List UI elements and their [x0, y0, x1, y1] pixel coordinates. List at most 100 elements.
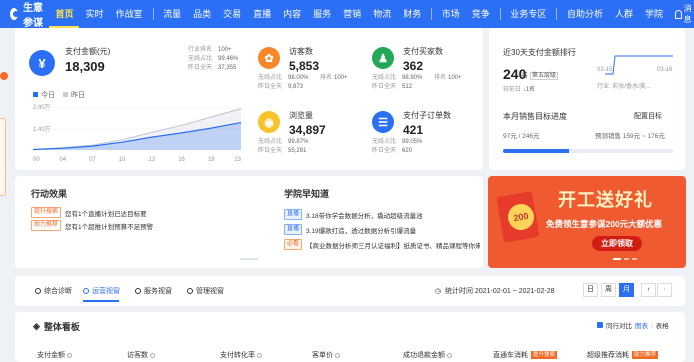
rank-industry: 行业: 彩妆/香水/美...: [597, 84, 651, 90]
school-row[interactable]: 必看 【商业数据分析师三月认证福利】纸质证书、精品课程等你来: [284, 239, 480, 250]
view-table-toggle[interactable]: 表格: [656, 320, 669, 330]
nav-item-home[interactable]: 首页: [49, 0, 80, 28]
banner-dot[interactable]: [624, 258, 629, 260]
column-label: 超级推荐消耗: [587, 352, 629, 359]
column-label: 成功退款金额: [403, 352, 445, 359]
school-row[interactable]: 直播 3.18带你学会数据分析，撬动超级流量池: [284, 209, 423, 220]
feedback-float-icon[interactable]: [0, 72, 8, 80]
rank-card: 近30天支付金额排行 240 名 第五层级 较前日 ↓1名 02-15 03-1…: [489, 28, 685, 170]
help-icon[interactable]: [335, 352, 340, 358]
period-week-button[interactable]: 周: [601, 283, 616, 297]
school-text: 3.19爆款打造，透过数据分析引爆流量: [306, 227, 417, 235]
school-row[interactable]: 直播 3.19爆款打造，透过数据分析引爆流量: [284, 224, 416, 235]
nav-item-live[interactable]: 直播: [247, 0, 277, 28]
nav-item-academy[interactable]: 学院: [639, 0, 669, 28]
active-tab-underline: [83, 300, 119, 302]
compare-label: 同行对比: [606, 323, 632, 330]
activity-text: 您有1个超推计划预算不足预警: [65, 223, 154, 231]
buyers-stats: 无线占比 98.90% 排名 100+ 昨日全天 512: [372, 74, 462, 92]
next-period-button[interactable]: ›: [657, 283, 672, 297]
wireless-value: 99.05%: [402, 139, 423, 145]
legend-yesterday[interactable]: 昨日: [63, 90, 85, 100]
nav-item-content[interactable]: 内容: [277, 0, 307, 28]
x-tick-label: 07: [89, 157, 96, 163]
nav-item-traffic[interactable]: 流量: [157, 0, 187, 28]
nav-divider: [556, 8, 557, 20]
nav-item-market[interactable]: 市场: [436, 0, 466, 28]
activity-row[interactable]: 助力推荐 您有1个超推计划预算不足预警: [31, 220, 153, 231]
metric-column[interactable]: 成功退款金额: [403, 350, 452, 360]
tab-operations[interactable]: 运营视窗: [83, 286, 120, 296]
target-title: 本月销售目标进度: [503, 112, 567, 121]
nav-item-warroom[interactable]: 作战室: [110, 0, 149, 28]
activity-row[interactable]: 提升搜索 您有1个直播计划已达目标要: [31, 207, 147, 218]
wireless-value: 99.87%: [288, 139, 309, 145]
metric-column[interactable]: 支付转化率: [220, 350, 262, 360]
promo-banner[interactable]: 200 开工送好礼 免费领生意参谋200元大额优惠 立即领取: [488, 176, 686, 268]
rank-date-start: 02-15: [597, 67, 613, 73]
nav-item-logistics[interactable]: 物流: [367, 0, 397, 28]
banner-dot[interactable]: [632, 258, 637, 260]
school-title: 学院早知道: [284, 189, 330, 199]
operations-icon: [83, 288, 89, 294]
nav-group-market: 市场 竞争: [436, 0, 496, 28]
nav-item-service[interactable]: 服务: [307, 0, 337, 28]
rank-change-value: 1名: [525, 87, 536, 93]
nav-item-finance[interactable]: 财务: [397, 0, 427, 28]
wireless-label: 无线占比: [258, 75, 283, 81]
nav-item-crowd[interactable]: 人群: [609, 0, 639, 28]
pay-amount-value: 18,309: [65, 59, 105, 74]
metric-column[interactable]: 超级推荐消耗 助力推荐: [587, 350, 659, 360]
help-icon[interactable]: [150, 352, 155, 358]
help-icon[interactable]: [257, 352, 262, 358]
compare-checkbox[interactable]: [597, 322, 603, 328]
period-month-button[interactable]: 月: [619, 283, 634, 297]
nav-item-category[interactable]: 品类: [187, 0, 217, 28]
school-text: 【商业数据分析师三月认证福利】纸质证书、精品课程等你来: [306, 242, 480, 250]
configure-target-link[interactable]: 配置目标: [634, 111, 662, 121]
metric-column[interactable]: 直通车消耗 提升搜索: [493, 350, 558, 360]
banner-pagination[interactable]: [613, 258, 637, 260]
tab-label: 综合诊断: [44, 288, 72, 295]
nav-item-self-analysis[interactable]: 自助分析: [561, 0, 609, 28]
side-panel-handle[interactable]: [0, 118, 6, 196]
tab-management[interactable]: 管理视窗: [187, 286, 224, 296]
nav-item-trade[interactable]: 交易: [217, 0, 247, 28]
banner-dot[interactable]: [613, 258, 621, 260]
school-tag: 直播: [284, 224, 303, 235]
tab-label: 服务视窗: [144, 288, 172, 295]
help-icon[interactable]: [67, 352, 72, 358]
metric-column[interactable]: 客单价: [312, 350, 340, 360]
activity-card: 行动效果 提升搜索 您有1个直播计划已达目标要 助力推荐 您有1个超推计划预算不…: [15, 176, 483, 268]
prev-period-button[interactable]: ‹: [641, 283, 656, 297]
metric-column[interactable]: 支付金额: [37, 350, 72, 360]
nav-item-competition[interactable]: 竞争: [466, 0, 496, 28]
tab-diagnosis[interactable]: 综合诊断: [35, 286, 72, 296]
buyers-value: 362: [403, 59, 424, 73]
nav-item-business-zone[interactable]: 业务专区: [504, 0, 552, 28]
target-progress-fill: [503, 149, 570, 153]
legend-today-label: 今日: [41, 92, 55, 99]
yesterday-label: 昨日全天: [372, 148, 397, 154]
claim-button[interactable]: 立即领取: [592, 236, 642, 251]
view-chart-toggle[interactable]: 图表: [635, 320, 648, 330]
period-day-button[interactable]: 日: [583, 283, 598, 297]
logo[interactable]: 生意参谋: [10, 0, 49, 29]
help-icon[interactable]: [447, 352, 452, 358]
diagnosis-icon: [35, 288, 41, 294]
rank-change: 较前日 ↓1名: [503, 87, 536, 93]
rank-value: 100+: [334, 75, 348, 81]
chart-legend: 今日 昨日: [33, 90, 85, 100]
nav-item-realtime[interactable]: 实时: [79, 0, 109, 28]
nav-divider: [431, 8, 432, 20]
column-tag: 提升搜索: [531, 351, 558, 359]
metric-column[interactable]: 访客数: [127, 350, 155, 360]
messages-button[interactable]: 消息: [675, 3, 694, 25]
nav-item-marketing[interactable]: 营销: [337, 0, 367, 28]
board-title-text: 整体看板: [43, 322, 80, 332]
yesterday-label: 昨日全天: [188, 65, 213, 71]
logo-text: 生意参谋: [22, 3, 43, 29]
management-icon: [187, 288, 193, 294]
legend-today[interactable]: 今日: [33, 90, 55, 100]
tab-service[interactable]: 服务视窗: [135, 286, 172, 296]
